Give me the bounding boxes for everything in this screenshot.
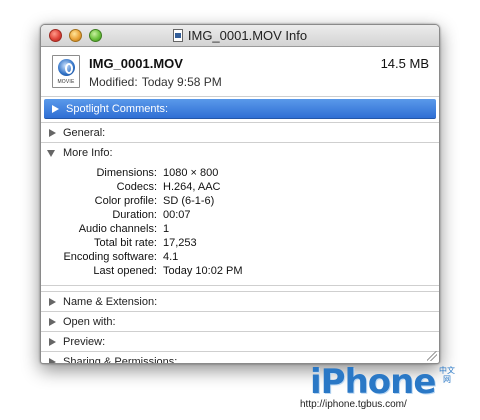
more-info-header[interactable]: More Info: [41,143,439,163]
section-general[interactable]: General: [41,123,439,143]
section-label: General: [63,127,106,139]
info-row-dimensions: Dimensions: 1080 × 800 [41,167,439,181]
quicktime-icon [58,59,75,76]
section-more-info: More Info: Dimensions: 1080 × 800 Codecs:… [41,143,439,286]
info-value: Today 10:02 PM [163,265,243,277]
info-key: Codecs: [116,181,157,193]
watermark-logo: iPhone [310,362,436,402]
resize-grip-icon[interactable] [427,351,437,361]
disclosure-triangle-icon[interactable] [49,298,56,306]
section-name-extension[interactable]: Name & Extension: [41,292,439,312]
section-label: Preview: [63,336,106,348]
section-label: Name & Extension: [63,296,158,308]
document-proxy-icon[interactable] [172,29,183,42]
info-value: H.264, AAC [163,181,221,193]
file-size: 14.5 MB [380,56,429,71]
modified-date: Modified: Today 9:58 PM [89,75,222,89]
info-row-last-opened: Last opened: Today 10:02 PM [41,265,439,279]
section-open-with[interactable]: Open with: [41,312,439,332]
info-key: Last opened: [93,265,157,277]
modified-value: Today 9:58 PM [141,75,222,89]
info-key: Encoding software: [63,251,157,263]
section-spotlight-comments[interactable]: Spotlight Comments: [44,99,436,119]
section-label: More Info: [63,147,113,159]
watermark-url: http://iphone.tgbus.com/ [300,399,407,410]
info-key: Duration: [112,209,157,221]
info-key: Audio channels: [78,223,157,235]
disclosure-triangle-icon[interactable] [52,105,59,113]
info-row-audio-channels: Audio channels: 1 [41,223,439,237]
info-row-codecs: Codecs: H.264, AAC [41,181,439,195]
section-preview[interactable]: Preview: [41,332,439,352]
movie-file-icon: MOVIE [52,55,80,88]
file-name: IMG_0001.MOV [89,56,183,71]
section-label: Spotlight Comments: [66,103,169,115]
modified-label: Modified: [89,75,138,89]
disclosure-triangle-icon[interactable] [49,129,56,137]
info-value: 1 [163,223,170,235]
section-label: Open with: [63,316,116,328]
info-value: 4.1 [163,251,179,263]
disclosure-triangle-icon[interactable] [49,358,56,363]
watermark-chinese-label: 中文网 [439,366,455,384]
info-value: 17,253 [163,237,197,249]
disclosure-triangle-icon[interactable] [49,338,56,346]
info-key: Total bit rate: [94,237,157,249]
disclosure-triangle-icon[interactable] [49,318,56,326]
info-row-total-bit-rate: Total bit rate: 17,253 [41,237,439,251]
window-title-text: IMG_0001.MOV Info [187,28,308,43]
info-key: Color profile: [94,195,157,207]
info-row-duration: Duration: 00:07 [41,209,439,223]
info-key: Dimensions: [96,167,157,179]
info-window: IMG_0001.MOV Info MOVIE IMG_0001.MOV 14.… [40,24,440,364]
info-row-color-profile: Color profile: SD (6-1-6) [41,195,439,209]
info-value: SD (6-1-6) [163,195,215,207]
file-header: MOVIE IMG_0001.MOV 14.5 MB Modified: Toda… [41,47,439,97]
site-watermark: iPhone 中文网 http://iphone.tgbus.com/ [300,362,458,410]
movie-icon-label: MOVIE [57,79,75,85]
window-title: IMG_0001.MOV Info [41,28,439,43]
info-value: 1080 × 800 [163,167,219,179]
title-bar[interactable]: IMG_0001.MOV Info [41,25,439,47]
info-value: 00:07 [163,209,191,221]
info-row-encoding-software: Encoding software: 4.1 [41,251,439,265]
section-label: Sharing & Permissions: [63,356,178,364]
disclosure-triangle-open-icon[interactable] [47,150,55,157]
